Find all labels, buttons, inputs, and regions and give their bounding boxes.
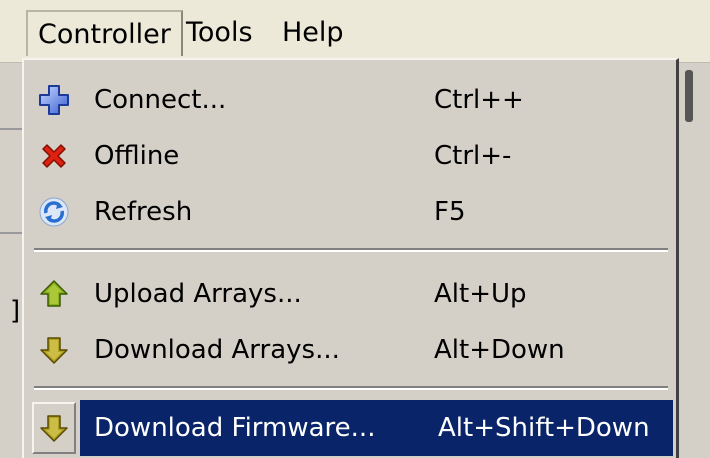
- background-divider: [0, 128, 22, 130]
- menu-controller[interactable]: Controller: [26, 10, 183, 56]
- menu-tools[interactable]: Tools: [176, 10, 263, 56]
- menu-separator: [34, 386, 668, 390]
- menu-item-label: Connect...: [94, 85, 227, 115]
- menu-item-label: Download Arrays...: [94, 335, 340, 365]
- menu-item-label: Download Firmware...: [94, 413, 376, 443]
- download-arrow-icon: [38, 412, 70, 444]
- background-bracket-text: ]: [10, 296, 21, 326]
- menu-item-upload-arrays[interactable]: Upload Arrays... Alt+Up: [28, 266, 673, 322]
- menu-item-shortcut: Ctrl++: [434, 85, 524, 115]
- controller-dropdown-menu: Connect... Ctrl++ Offline Ctrl+- Refresh…: [22, 58, 679, 458]
- menu-item-label: Upload Arrays...: [94, 279, 302, 309]
- download-arrow-icon: [38, 334, 70, 366]
- refresh-icon: [38, 196, 70, 228]
- menu-item-download-arrays[interactable]: Download Arrays... Alt+Down: [28, 322, 673, 378]
- menu-item-download-firmware[interactable]: Download Firmware... Alt+Shift+Down: [28, 400, 673, 456]
- menu-item-refresh[interactable]: Refresh F5: [28, 184, 673, 240]
- background-widget-edge: [685, 70, 693, 122]
- menu-separator: [34, 248, 668, 252]
- menu-item-shortcut: Alt+Up: [434, 279, 527, 309]
- menu-bar: Controller Tools Help: [0, 0, 710, 63]
- connect-icon: [38, 84, 70, 116]
- menu-item-connect[interactable]: Connect... Ctrl++: [28, 72, 673, 128]
- offline-icon: [38, 140, 70, 172]
- menu-item-shortcut: Alt+Shift+Down: [438, 413, 650, 443]
- menu-help[interactable]: Help: [272, 10, 354, 56]
- menu-item-shortcut: Alt+Down: [434, 335, 565, 365]
- menu-item-label: Offline: [94, 141, 180, 171]
- menu-item-shortcut: F5: [434, 197, 466, 227]
- menu-item-offline[interactable]: Offline Ctrl+-: [28, 128, 673, 184]
- background-divider: [0, 232, 22, 234]
- upload-arrow-icon: [38, 278, 70, 310]
- menu-item-label: Refresh: [94, 197, 193, 227]
- menu-item-shortcut: Ctrl+-: [434, 141, 512, 171]
